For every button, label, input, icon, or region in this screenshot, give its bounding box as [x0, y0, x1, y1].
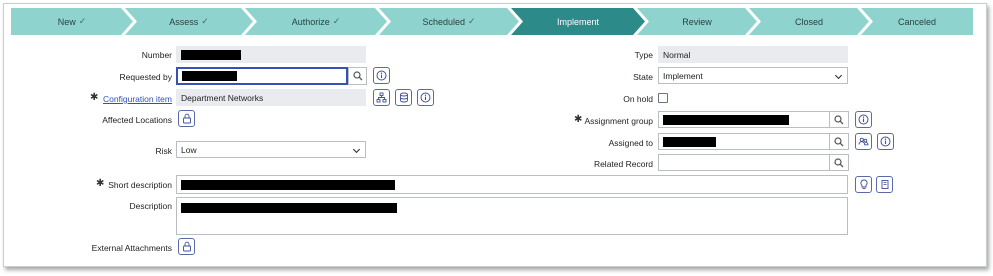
type-label: Type — [634, 50, 653, 60]
type-field: Normal — [658, 46, 848, 63]
assigned-to-info-button[interactable] — [877, 133, 894, 150]
type-value: Normal — [663, 49, 691, 60]
stage-label: Scheduled — [422, 16, 465, 27]
stage-label: Authorize — [291, 16, 330, 27]
on-hold-checkbox[interactable] — [658, 93, 668, 103]
hierarchy-icon — [376, 92, 387, 103]
assignment-group-label: Assignment group — [584, 116, 653, 126]
requested-by-search-button[interactable] — [348, 67, 367, 85]
knowledge-button[interactable] — [876, 176, 893, 193]
users-icon — [858, 137, 869, 146]
short-description-label: Short description — [108, 180, 172, 190]
info-icon — [880, 136, 891, 147]
stage-authorize[interactable]: Authorize ✓ — [245, 8, 387, 35]
stage-new[interactable]: New ✓ — [11, 8, 133, 35]
on-hold-label: On hold — [623, 94, 653, 104]
stage-label: New — [57, 16, 76, 27]
state-label: State — [633, 72, 653, 82]
check-icon: ✓ — [78, 16, 87, 26]
external-attachments-label: External Attachments — [91, 243, 172, 253]
stage-closed[interactable]: Closed — [749, 8, 869, 35]
check-icon: ✓ — [201, 16, 209, 26]
stage-canceled[interactable]: Canceled — [861, 8, 973, 35]
state-value: Implement — [663, 70, 703, 81]
lightbulb-icon — [859, 179, 868, 189]
number-field — [176, 46, 366, 63]
assigned-to-search-button[interactable] — [830, 133, 849, 150]
assigned-to-users-button[interactable] — [855, 133, 872, 150]
description-field[interactable] — [176, 197, 848, 235]
redacted-text — [181, 49, 241, 60]
lock-icon — [182, 113, 191, 124]
search-icon — [834, 114, 844, 124]
number-label: Number — [141, 50, 172, 60]
risk-select[interactable]: Low — [176, 141, 366, 158]
search-icon — [834, 157, 844, 167]
affected-locations-label: Affected Locations — [102, 115, 172, 125]
search-icon — [834, 136, 844, 146]
redacted-text — [181, 203, 397, 213]
configuration-item-link[interactable]: Configuration item — [70, 94, 172, 104]
stage-progress-bar: New ✓ Assess ✓ Authorize ✓ Scheduled ✓ Imple… — [11, 8, 973, 35]
related-record-label: Related Record — [593, 159, 653, 169]
description-label: Description — [129, 201, 172, 211]
redacted-text — [182, 71, 237, 81]
info-icon — [420, 92, 431, 103]
short-description-field[interactable] — [176, 175, 848, 194]
stage-label: Closed — [794, 16, 823, 27]
stage-review[interactable]: Review — [637, 8, 757, 35]
stage-label: Assess — [169, 16, 199, 27]
suggestion-button[interactable] — [855, 176, 872, 193]
stage-implement[interactable]: Implement — [511, 8, 645, 35]
requested-by-field[interactable] — [176, 67, 348, 85]
book-icon — [881, 180, 888, 189]
configuration-item-value: Department Networks — [181, 92, 264, 103]
stage-assess[interactable]: Assess ✓ — [125, 8, 253, 35]
assignment-group-search-button[interactable] — [830, 111, 849, 128]
assigned-to-label: Assigned to — [608, 138, 653, 148]
cmdb-button[interactable] — [395, 89, 412, 106]
redacted-text — [181, 179, 395, 190]
check-icon: ✓ — [332, 16, 341, 26]
assigned-to-field[interactable] — [658, 133, 830, 150]
stage-label: Implement — [556, 16, 600, 27]
lock-icon — [182, 241, 191, 252]
dependency-map-button[interactable] — [373, 89, 390, 106]
requested-by-label: Requested by — [119, 72, 172, 82]
info-icon — [858, 114, 869, 125]
assignment-group-field[interactable] — [658, 111, 830, 128]
external-attachments-unlock-button[interactable] — [178, 238, 195, 255]
requested-by-info-button[interactable] — [373, 67, 390, 84]
risk-label: Risk — [155, 146, 172, 156]
database-icon — [399, 92, 408, 103]
redacted-text — [663, 114, 789, 125]
search-icon — [352, 71, 362, 81]
stage-label: Review — [682, 16, 712, 27]
check-icon: ✓ — [468, 16, 476, 26]
affected-locations-unlock-button[interactable] — [178, 110, 195, 127]
related-record-search-button[interactable] — [830, 154, 849, 171]
related-record-field[interactable] — [658, 154, 830, 171]
state-select[interactable]: Implement — [658, 67, 848, 84]
stage-label: Canceled — [897, 16, 937, 27]
configuration-item-info-button[interactable] — [417, 89, 434, 106]
configuration-item-field: Department Networks — [176, 89, 366, 106]
redacted-text — [663, 136, 716, 147]
info-icon — [376, 70, 387, 81]
risk-value: Low — [181, 144, 197, 155]
assignment-group-info-button[interactable] — [855, 111, 872, 128]
stage-scheduled[interactable]: Scheduled ✓ — [379, 8, 519, 35]
